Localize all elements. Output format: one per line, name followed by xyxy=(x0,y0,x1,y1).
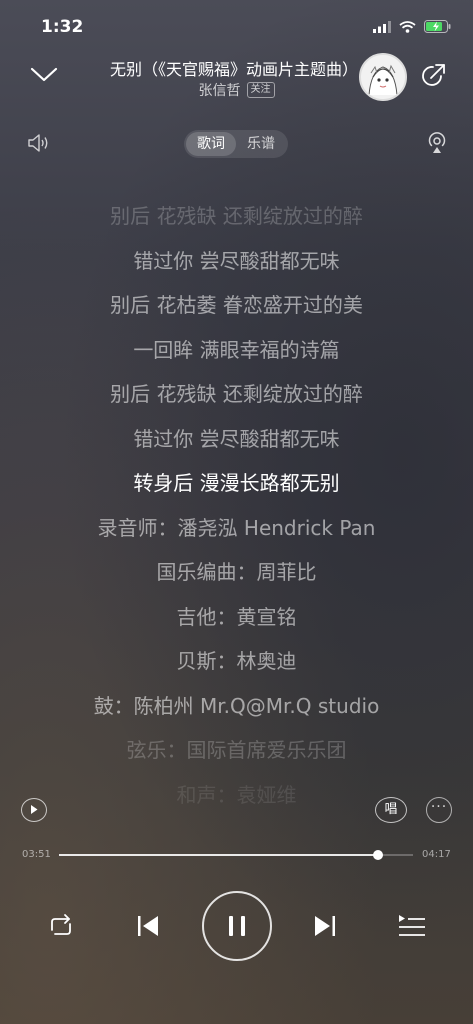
more-icon[interactable]: ··· xyxy=(426,797,452,823)
lyric-line[interactable]: 贝斯：林奥迪 xyxy=(0,641,473,686)
lyric-line[interactable]: 别后 花残缺 还剩绽放过的醉 xyxy=(0,196,473,241)
action-row: 唱 ··· xyxy=(0,796,473,826)
sing-button[interactable]: 唱 xyxy=(375,797,407,823)
status-icons xyxy=(373,20,451,33)
song-title: 无别（《天官赐福》动画片主题曲） xyxy=(110,60,350,79)
lyrics-tab-row: 歌词 乐谱 xyxy=(0,128,473,160)
lyrics-tabs: 歌词 乐谱 xyxy=(184,130,288,158)
follow-button[interactable]: 关注 xyxy=(246,82,275,98)
lyric-line-current[interactable]: 转身后 漫漫长路都无别 xyxy=(0,463,473,508)
wifi-icon xyxy=(399,20,416,33)
progress-fill xyxy=(59,854,378,856)
lyric-line[interactable]: 鼓：陈柏州 Mr.Q@Mr.Q studio xyxy=(0,686,473,731)
lyric-line[interactable]: 一回眸 满眼幸福的诗篇 xyxy=(0,330,473,375)
signal-icon xyxy=(373,20,391,33)
airplay-icon[interactable] xyxy=(424,130,450,156)
status-time: 1:32 xyxy=(41,17,84,37)
pause-button[interactable] xyxy=(202,891,272,961)
tab-score[interactable]: 乐谱 xyxy=(236,132,286,156)
tab-lyrics[interactable]: 歌词 xyxy=(186,132,236,156)
lyric-line[interactable]: 错过你 尝尽酸甜都无味 xyxy=(0,419,473,464)
speaker-icon[interactable] xyxy=(27,132,51,154)
playback-controls xyxy=(0,888,473,964)
status-bar: 1:32 xyxy=(0,0,473,56)
current-time: 03:51 xyxy=(22,849,51,860)
next-track-icon[interactable] xyxy=(312,912,338,940)
progress-bar: 03:51 04:17 xyxy=(0,846,473,866)
player-header: 无别（《天官赐福》动画片主题曲） 张信哲 关注 xyxy=(0,50,473,110)
battery-charging-icon xyxy=(424,20,451,33)
lyric-line[interactable]: 错过你 尝尽酸甜都无味 xyxy=(0,241,473,286)
anime-avatar-icon xyxy=(361,55,405,99)
share-icon[interactable] xyxy=(419,62,447,90)
pause-icon xyxy=(229,916,245,936)
lyric-line[interactable]: 弦乐：国际首席爱乐乐团 xyxy=(0,730,473,775)
total-time: 04:17 xyxy=(422,849,451,860)
lyric-line[interactable]: 别后 花残缺 还剩绽放过的醉 xyxy=(0,374,473,419)
artist-name[interactable]: 张信哲 xyxy=(199,80,241,100)
lyric-line[interactable]: 国乐编曲：周菲比 xyxy=(0,552,473,597)
playlist-icon[interactable] xyxy=(396,912,428,940)
progress-track[interactable] xyxy=(59,850,413,860)
repeat-icon[interactable] xyxy=(46,912,76,940)
video-play-button[interactable] xyxy=(21,798,47,822)
progress-thumb[interactable] xyxy=(372,850,383,860)
play-icon xyxy=(31,805,38,814)
lyric-line[interactable]: 录音师：潘尧泓 Hendrick Pan xyxy=(0,508,473,553)
lyrics-list[interactable]: 别后 花残缺 还剩绽放过的醉 错过你 尝尽酸甜都无味 别后 花枯萎 眷恋盛开过的… xyxy=(0,196,473,819)
lyric-line[interactable]: 吉他：黄宣铭 xyxy=(0,597,473,642)
artist-avatar[interactable] xyxy=(359,53,407,101)
previous-track-icon[interactable] xyxy=(135,912,161,940)
lyric-line[interactable]: 别后 花枯萎 眷恋盛开过的美 xyxy=(0,285,473,330)
